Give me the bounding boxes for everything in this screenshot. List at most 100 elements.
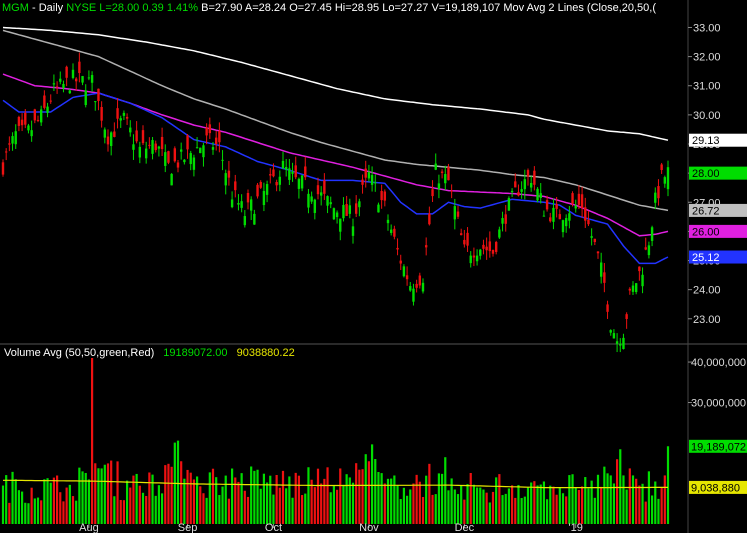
candle-body bbox=[358, 201, 361, 208]
volume-bar bbox=[20, 491, 24, 524]
volume-bar bbox=[269, 475, 272, 524]
volume-bar bbox=[644, 501, 647, 524]
volume-bar bbox=[444, 457, 447, 524]
volume-bar bbox=[657, 498, 660, 524]
volume-bar bbox=[55, 475, 59, 524]
candle-body bbox=[256, 184, 259, 197]
candle-body bbox=[644, 247, 647, 250]
volume-bar bbox=[62, 501, 65, 524]
volume-bar bbox=[396, 485, 399, 524]
volume-bar bbox=[485, 492, 488, 524]
volume-bar bbox=[310, 479, 313, 524]
candle-body bbox=[370, 175, 374, 185]
candle-body bbox=[361, 179, 364, 185]
volume-bar bbox=[170, 466, 173, 524]
volume-bar bbox=[568, 475, 571, 524]
candle-body bbox=[288, 168, 291, 180]
candle-body bbox=[230, 199, 234, 208]
candle-body bbox=[323, 180, 326, 194]
candle-body bbox=[654, 192, 657, 203]
candle-body bbox=[335, 212, 339, 218]
volume-bar bbox=[402, 487, 406, 524]
volume-bar bbox=[561, 493, 565, 524]
candle-body bbox=[84, 90, 87, 106]
volume-bar bbox=[447, 490, 450, 524]
x-tick-label: '19 bbox=[569, 522, 583, 533]
volume-bar bbox=[199, 486, 202, 524]
volume-bar bbox=[265, 482, 269, 524]
volume-bar bbox=[606, 473, 609, 524]
volume-bar bbox=[281, 470, 285, 524]
candle-body bbox=[39, 109, 43, 123]
candle-body bbox=[109, 132, 113, 146]
volume-bar bbox=[59, 492, 62, 524]
volume-bar bbox=[418, 481, 421, 524]
volume-bar bbox=[176, 440, 180, 524]
volume-bar bbox=[326, 467, 329, 524]
volume-bar bbox=[304, 493, 307, 524]
volume-bar bbox=[33, 498, 36, 524]
price-tag-label: 26.72 bbox=[692, 205, 720, 217]
candle-body bbox=[240, 201, 243, 208]
candle-body bbox=[641, 274, 644, 287]
separator: - bbox=[31, 2, 39, 14]
stock-chart[interactable]: 33.0032.0031.0030.0029.0028.0027.0026.00… bbox=[0, 0, 747, 533]
volume-bar bbox=[119, 499, 122, 524]
volume-study-label[interactable]: Volume Avg (50,50,green,Red) bbox=[4, 347, 154, 359]
volume-bar bbox=[313, 487, 316, 524]
volume-bar bbox=[17, 490, 21, 524]
volume-bar bbox=[68, 484, 71, 524]
volume-bar bbox=[428, 463, 431, 524]
study-label[interactable]: Mov Avg 2 Lines (Close,20,50,( bbox=[503, 2, 656, 14]
candle-body bbox=[450, 190, 453, 192]
candle-body bbox=[297, 178, 301, 189]
candle-body bbox=[24, 112, 27, 125]
x-tick-label: Dec bbox=[455, 522, 475, 533]
volume-bar bbox=[40, 500, 43, 524]
candle-body bbox=[615, 341, 619, 344]
volume-bar bbox=[141, 492, 145, 524]
volume-bar bbox=[335, 489, 339, 524]
volume-bar bbox=[663, 475, 666, 524]
volume-bar bbox=[227, 498, 231, 524]
candle-body bbox=[269, 174, 272, 176]
volume-bar bbox=[218, 495, 221, 524]
candle-body bbox=[272, 169, 275, 177]
volume-bar bbox=[635, 478, 638, 524]
volume-bar bbox=[374, 459, 377, 524]
candle-body bbox=[619, 343, 622, 346]
volume-bar bbox=[355, 463, 358, 524]
candle-body bbox=[593, 238, 597, 243]
candle-body bbox=[444, 174, 447, 184]
symbol-label[interactable]: MGM bbox=[2, 2, 29, 14]
candle-body bbox=[97, 88, 100, 102]
volume-bar bbox=[612, 483, 616, 524]
candle-body bbox=[81, 76, 84, 83]
candle-body bbox=[638, 266, 641, 272]
volume-bar bbox=[479, 487, 482, 524]
volume-bar bbox=[36, 497, 40, 524]
volume-bar bbox=[8, 502, 11, 524]
volume-bar bbox=[587, 488, 590, 524]
candle-body bbox=[43, 95, 46, 108]
volume-bar bbox=[469, 472, 472, 524]
volume-tag-label: 19,189,072 bbox=[691, 441, 746, 453]
volume-bar bbox=[30, 487, 33, 524]
candle-body bbox=[494, 242, 498, 252]
interval-label[interactable]: Daily bbox=[39, 2, 63, 14]
candle-body bbox=[189, 153, 192, 165]
candle-body bbox=[542, 215, 546, 217]
volume-bar bbox=[412, 483, 415, 524]
volume-bar bbox=[453, 489, 456, 524]
candle-body bbox=[514, 181, 517, 188]
volume-bar bbox=[370, 444, 374, 524]
candle-body bbox=[606, 304, 609, 312]
candle-body bbox=[634, 283, 638, 293]
candle-body bbox=[650, 227, 654, 241]
candle-body bbox=[533, 170, 536, 185]
candle-body bbox=[571, 193, 574, 204]
candle-body bbox=[507, 198, 511, 211]
volume-bar bbox=[259, 488, 262, 524]
volume-bar bbox=[498, 474, 501, 524]
volume-bar bbox=[615, 459, 619, 524]
